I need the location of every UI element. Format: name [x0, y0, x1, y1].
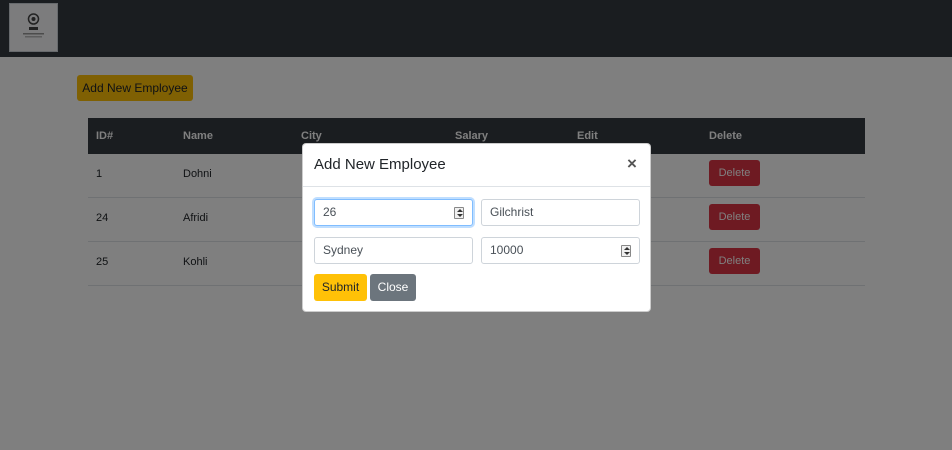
- employee-city-field[interactable]: Sydney: [314, 237, 473, 264]
- employee-id-field[interactable]: 26: [314, 199, 473, 226]
- modal-header: Add New Employee ×: [303, 144, 650, 187]
- employee-name-field[interactable]: Gilchrist: [481, 199, 640, 226]
- modal-title: Add New Employee: [314, 156, 446, 173]
- add-employee-modal: Add New Employee × 26 Gilchrist Sydney 1…: [302, 143, 651, 312]
- stepper-icon[interactable]: [621, 245, 631, 257]
- employee-salary-value: 10000: [490, 243, 524, 257]
- stepper-icon[interactable]: [454, 207, 464, 219]
- close-button[interactable]: Close: [370, 274, 416, 301]
- employee-salary-field[interactable]: 10000: [481, 237, 640, 264]
- employee-city-value: Sydney: [323, 243, 364, 257]
- close-icon[interactable]: ×: [624, 155, 640, 173]
- employee-id-value: 26: [323, 205, 337, 219]
- submit-button[interactable]: Submit: [314, 274, 367, 301]
- employee-name-value: Gilchrist: [490, 205, 534, 219]
